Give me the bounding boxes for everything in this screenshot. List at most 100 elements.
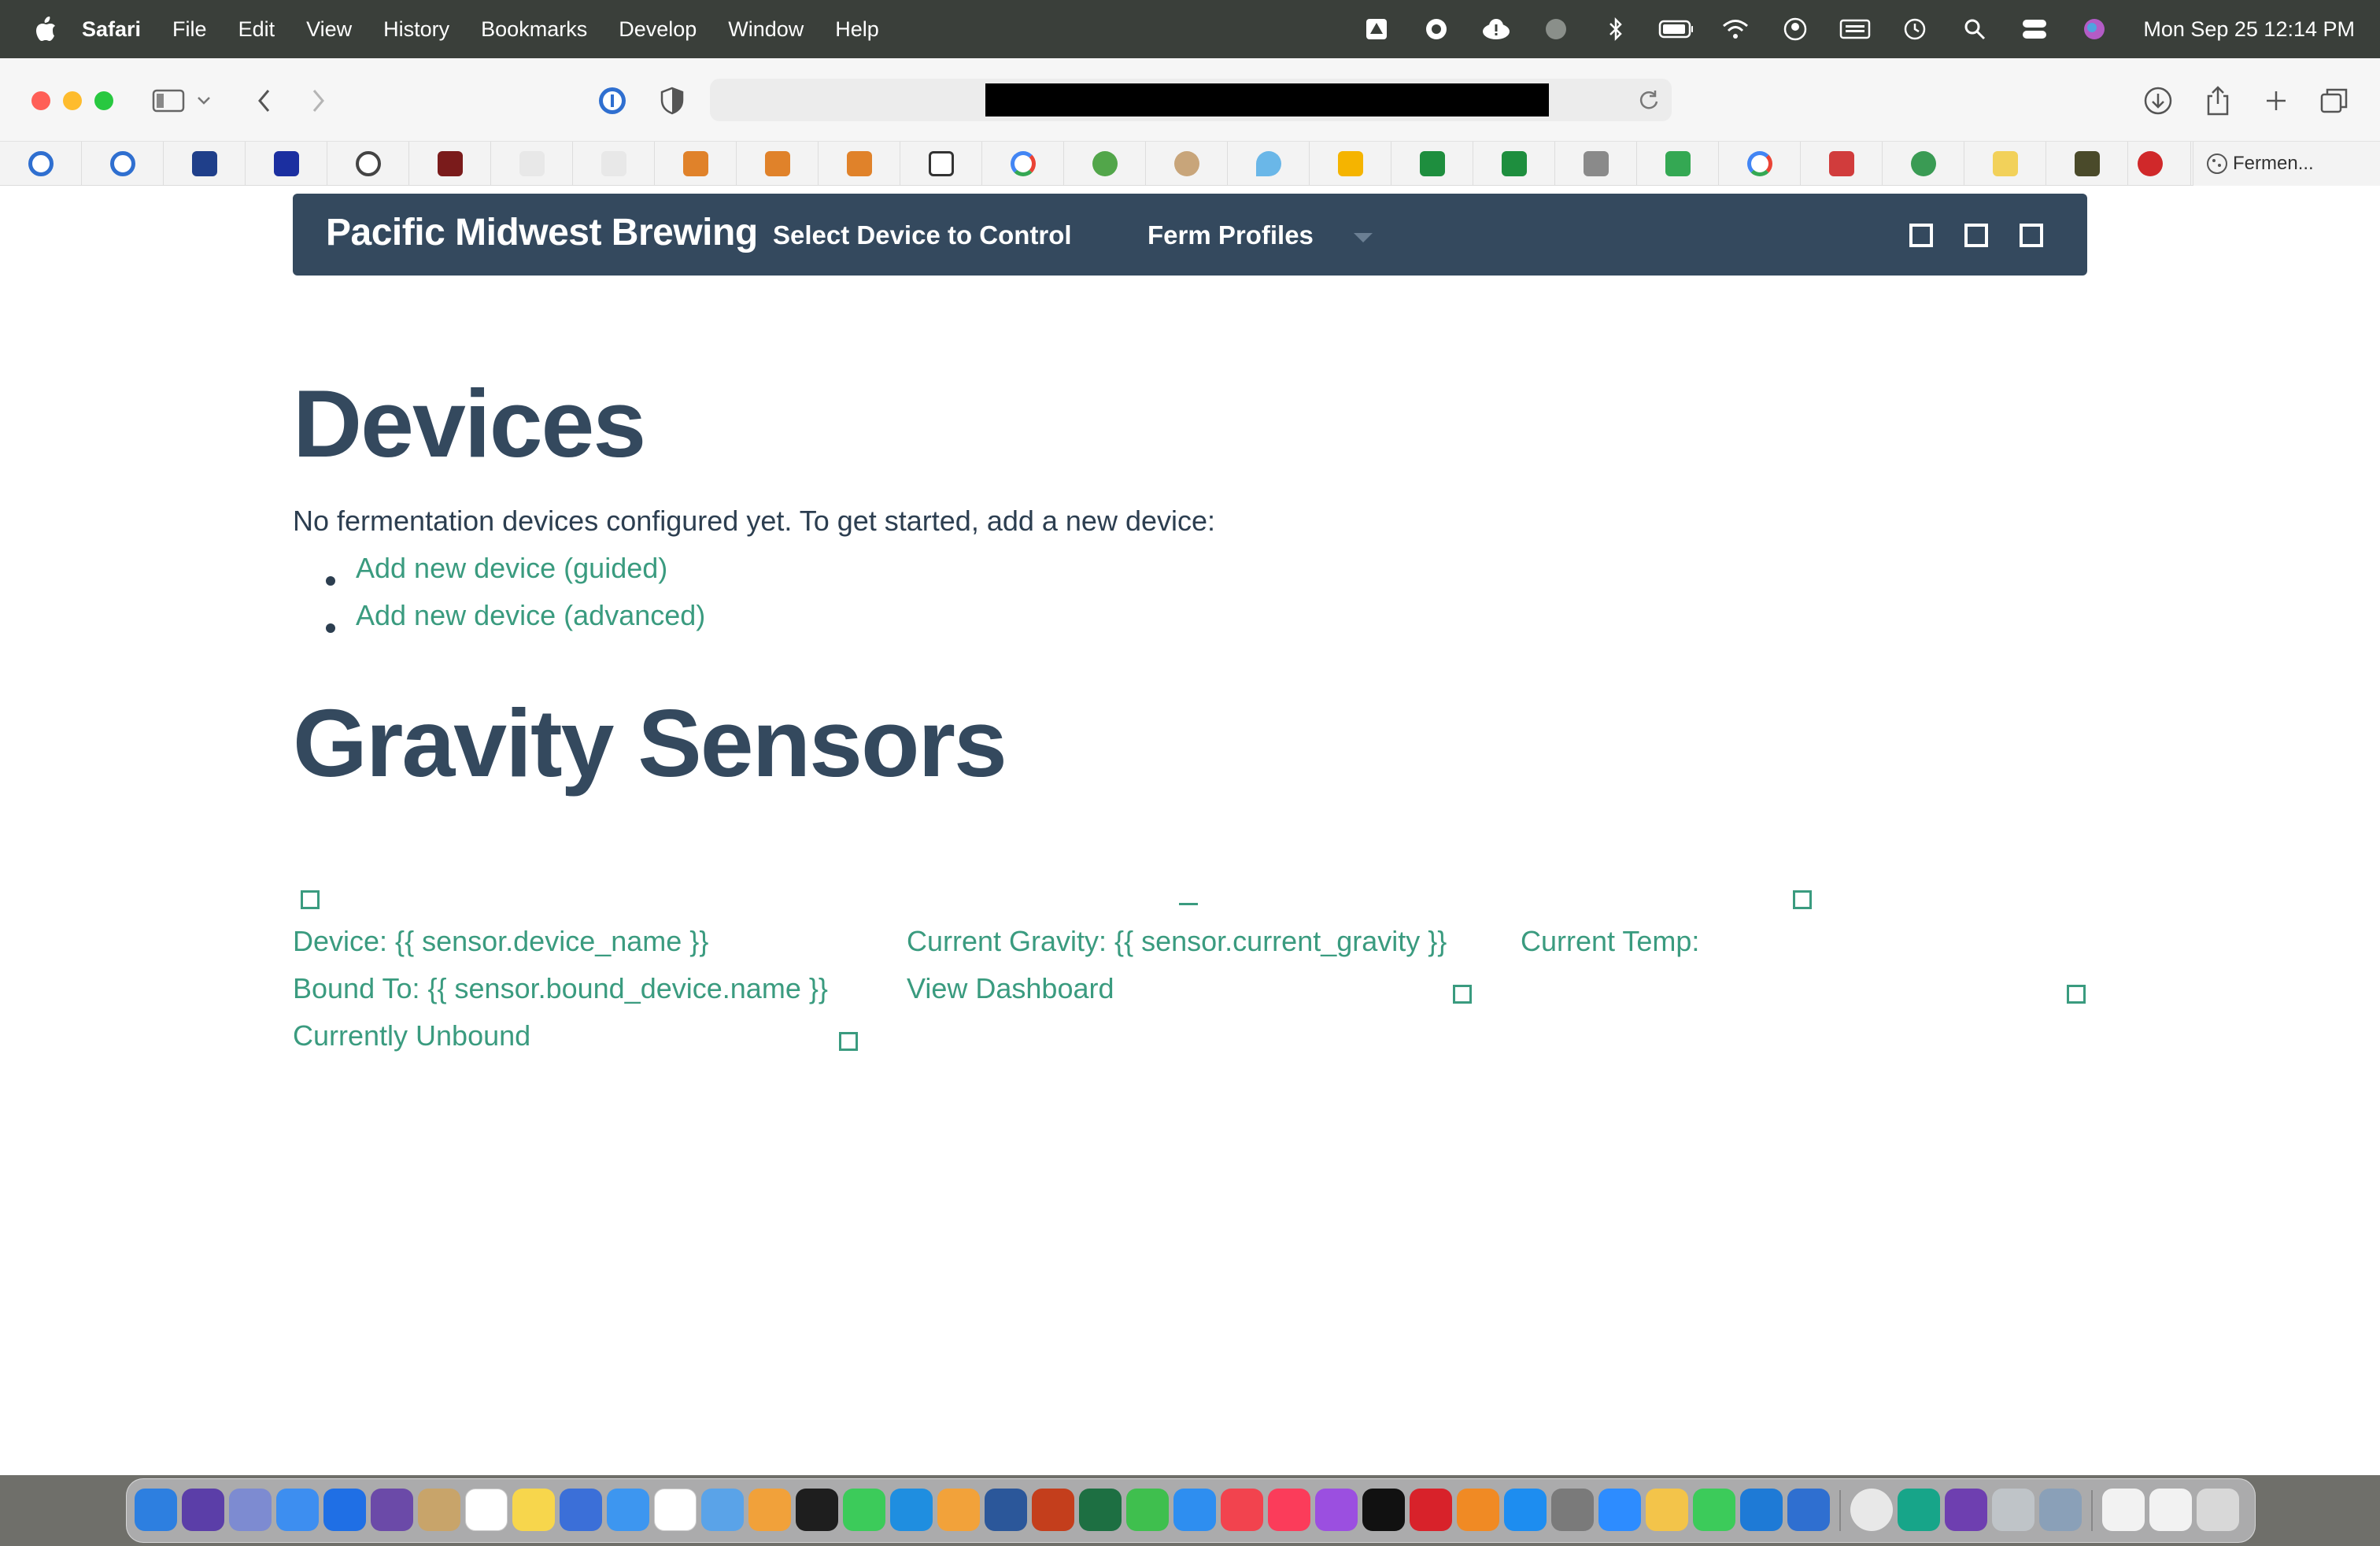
apple-icon[interactable] xyxy=(28,12,63,46)
spotlight-search-icon[interactable] xyxy=(1957,12,1992,46)
favorite-19[interactable] xyxy=(1473,142,1555,186)
word-icon[interactable] xyxy=(985,1489,1027,1531)
menu-history[interactable]: History xyxy=(383,17,449,42)
bluetooth-icon[interactable] xyxy=(1598,12,1633,46)
favorite-17[interactable] xyxy=(1310,142,1391,186)
chrome-icon[interactable] xyxy=(1850,1489,1893,1531)
nav-square-icon-1[interactable] xyxy=(1909,224,1933,247)
music-icon[interactable] xyxy=(1268,1489,1310,1531)
cloud-alert-icon[interactable] xyxy=(1479,12,1513,46)
menu-bookmarks[interactable]: Bookmarks xyxy=(481,17,587,42)
user-icon[interactable] xyxy=(1778,12,1813,46)
photos-icon[interactable] xyxy=(748,1489,791,1531)
nav-square-icon-3[interactable] xyxy=(2020,224,2043,247)
close-window-button[interactable] xyxy=(31,91,50,110)
safari-icon[interactable] xyxy=(607,1489,649,1531)
favorite-8[interactable] xyxy=(573,142,655,186)
favorite-4[interactable] xyxy=(246,142,327,186)
zoom-icon[interactable] xyxy=(1598,1489,1641,1531)
obsidian-icon[interactable] xyxy=(371,1489,413,1531)
favorite-23[interactable] xyxy=(1801,142,1883,186)
zoom-window-button[interactable] xyxy=(94,91,113,110)
chevron-down-icon[interactable] xyxy=(192,82,216,120)
terminal-icon[interactable] xyxy=(796,1489,838,1531)
favorite-9[interactable] xyxy=(655,142,737,186)
password-manager-icon[interactable] xyxy=(593,82,631,120)
add-device-advanced-link[interactable]: Add new device (advanced) xyxy=(356,599,705,632)
contacts-icon[interactable] xyxy=(418,1489,460,1531)
favorite-10[interactable] xyxy=(737,142,819,186)
arduino-icon[interactable] xyxy=(1898,1489,1940,1531)
menu-view[interactable]: View xyxy=(306,17,352,42)
add-device-guided-link[interactable]: Add new device (guided) xyxy=(356,552,667,585)
view-dashboard-link[interactable]: View Dashboard xyxy=(907,972,1114,1005)
menu-window[interactable]: Window xyxy=(728,17,804,42)
tab-overview-icon[interactable] xyxy=(2315,82,2353,120)
quora-icon[interactable] xyxy=(1410,1489,1452,1531)
facetime-icon[interactable] xyxy=(1693,1489,1735,1531)
screen-sharing-icon[interactable] xyxy=(2039,1489,2082,1531)
pages-icon[interactable] xyxy=(937,1489,980,1531)
favorite-6[interactable] xyxy=(409,142,491,186)
favorite-5[interactable] xyxy=(327,142,409,186)
favorite-7[interactable] xyxy=(491,142,573,186)
siri-icon[interactable] xyxy=(2077,12,2112,46)
trash-icon[interactable] xyxy=(2197,1489,2239,1531)
back-icon[interactable] xyxy=(246,82,283,120)
excel-icon[interactable] xyxy=(1079,1489,1122,1531)
menu-app-safari[interactable]: Safari xyxy=(82,17,141,42)
podcasts-icon[interactable] xyxy=(1315,1489,1358,1531)
system-settings-icon[interactable] xyxy=(1551,1489,1594,1531)
downloads-stack-icon[interactable] xyxy=(2149,1489,2192,1531)
messages-icon[interactable] xyxy=(843,1489,885,1531)
freeform-icon[interactable] xyxy=(560,1489,602,1531)
news-icon[interactable] xyxy=(1221,1489,1263,1531)
favorite-3[interactable] xyxy=(164,142,246,186)
favorite-14[interactable] xyxy=(1064,142,1146,186)
privacy-shield-icon[interactable] xyxy=(653,82,691,120)
caret-down-icon[interactable] xyxy=(1354,233,1373,242)
favorite-2[interactable] xyxy=(82,142,164,186)
control-center-icon[interactable] xyxy=(2017,12,2052,46)
favorite-11[interactable] xyxy=(819,142,900,186)
favorite-21[interactable] xyxy=(1637,142,1719,186)
battery-icon[interactable] xyxy=(1658,12,1694,46)
launchpad-icon[interactable] xyxy=(229,1489,272,1531)
favorite-tab-ferm[interactable]: Fermen... xyxy=(2193,142,2380,186)
forward-icon[interactable] xyxy=(299,82,337,120)
wifi-icon[interactable] xyxy=(1718,12,1753,46)
new-tab-icon[interactable] xyxy=(2257,82,2295,120)
share-icon[interactable] xyxy=(2199,82,2237,120)
menu-help[interactable]: Help xyxy=(835,17,879,42)
vscode-icon[interactable] xyxy=(1740,1489,1783,1531)
notes-icon[interactable] xyxy=(512,1489,555,1531)
favorite-1[interactable] xyxy=(0,142,82,186)
github-icon[interactable] xyxy=(1945,1489,1987,1531)
document-icon[interactable] xyxy=(2102,1489,2145,1531)
books-icon[interactable] xyxy=(1457,1489,1499,1531)
favorite-13[interactable] xyxy=(982,142,1064,186)
globe-icon[interactable] xyxy=(1539,12,1573,46)
favorite-20[interactable] xyxy=(1555,142,1637,186)
menu-edit[interactable]: Edit xyxy=(238,17,275,42)
menu-develop[interactable]: Develop xyxy=(619,17,697,42)
calendar-icon[interactable] xyxy=(465,1489,508,1531)
beer-app-icon[interactable] xyxy=(1646,1489,1688,1531)
favorite-25[interactable] xyxy=(1964,142,2046,186)
favorite-22[interactable] xyxy=(1719,142,1801,186)
favorite-27[interactable] xyxy=(2109,142,2191,186)
drive-icon[interactable] xyxy=(1359,12,1394,46)
menubar-clock[interactable]: Mon Sep 25 12:14 PM xyxy=(2143,17,2355,42)
favorite-15[interactable] xyxy=(1146,142,1228,186)
nav-ferm-profiles[interactable]: Ferm Profiles xyxy=(1148,220,1314,250)
apple-tv-icon[interactable] xyxy=(1362,1489,1405,1531)
favorite-18[interactable] xyxy=(1391,142,1473,186)
favorite-24[interactable] xyxy=(1883,142,1964,186)
menu-file[interactable]: File xyxy=(172,17,207,42)
keyboard-icon[interactable] xyxy=(1838,12,1872,46)
numbers-icon[interactable] xyxy=(1126,1489,1169,1531)
maps-icon[interactable] xyxy=(701,1489,744,1531)
time-machine-icon[interactable] xyxy=(1898,12,1932,46)
siri-app-icon[interactable] xyxy=(182,1489,224,1531)
1password-icon[interactable] xyxy=(1787,1489,1830,1531)
